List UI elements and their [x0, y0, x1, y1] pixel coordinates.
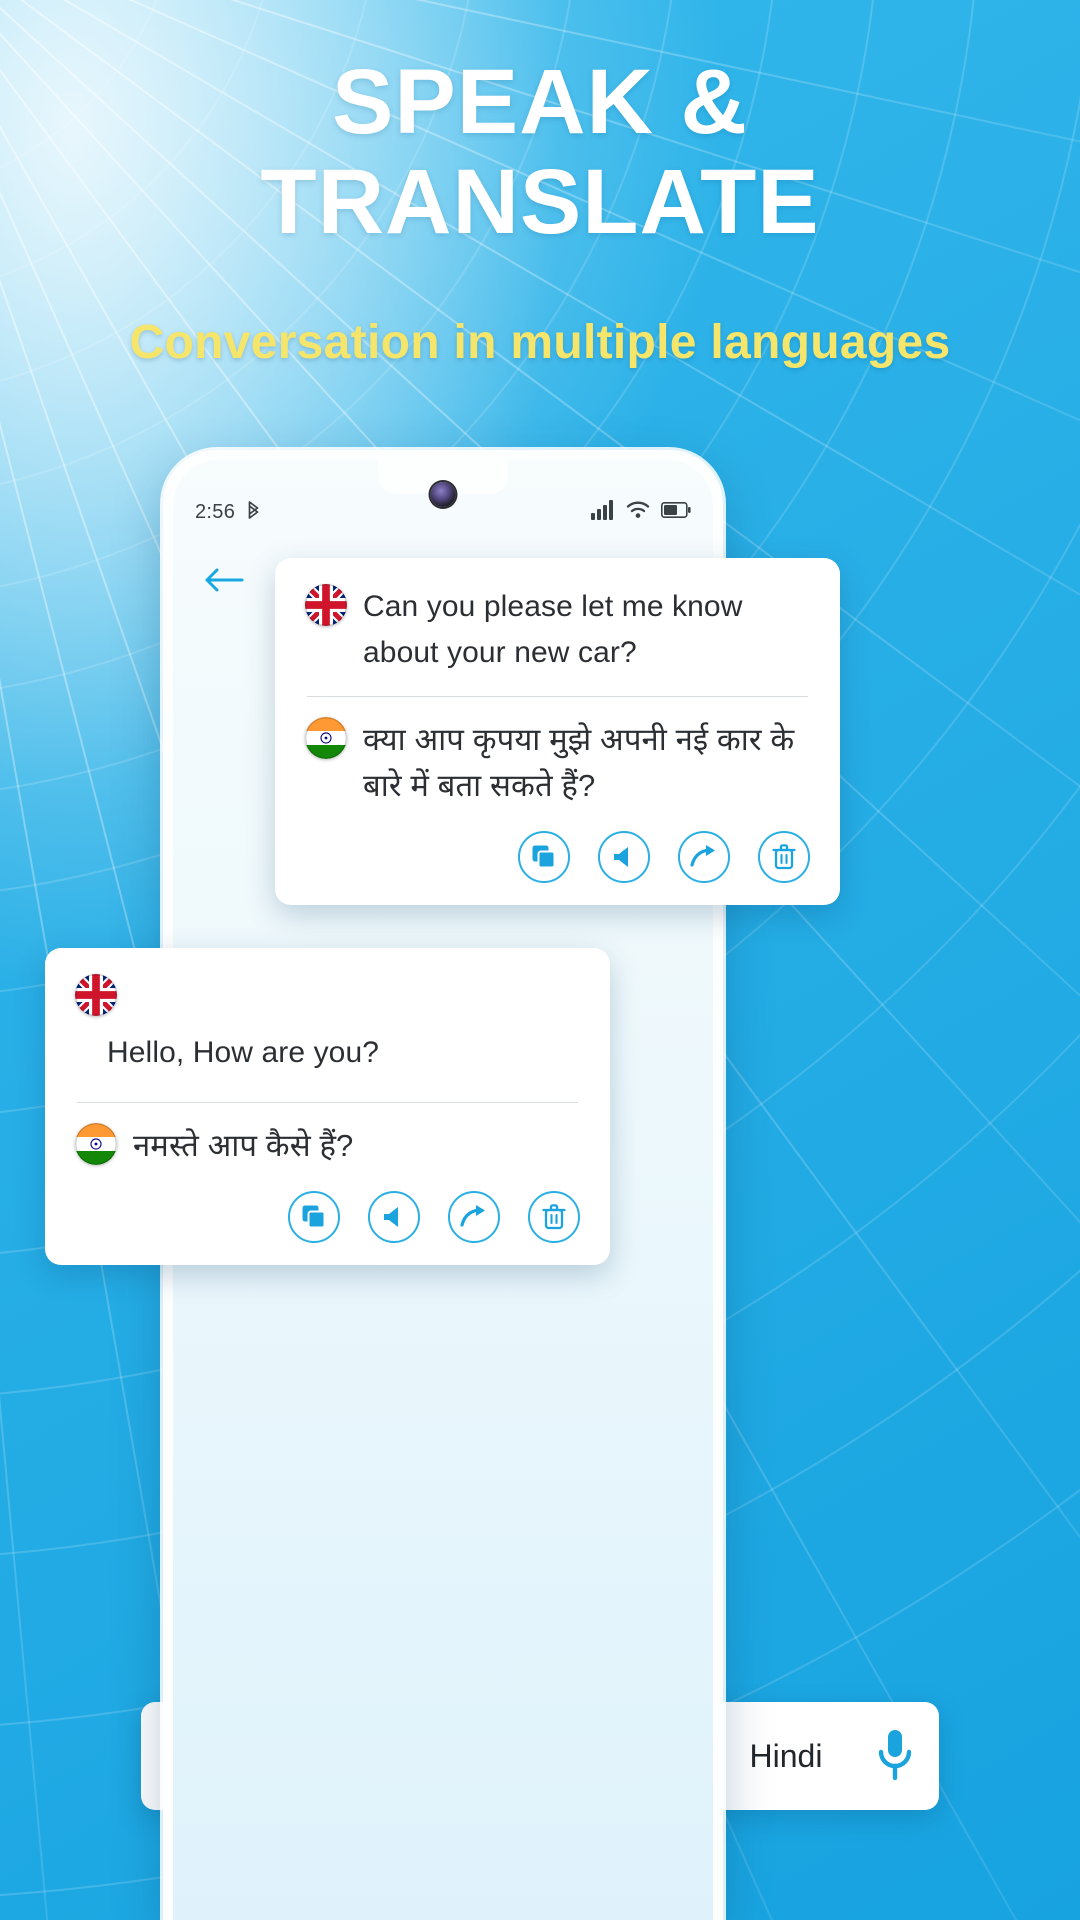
uk-flag-icon	[75, 974, 117, 1016]
source-message-text: Can you please let me know about your ne…	[363, 590, 743, 669]
target-language-label: Hindi	[749, 1737, 823, 1774]
cellular-signal-icon	[591, 499, 615, 525]
copy-icon[interactable]	[518, 831, 570, 883]
share-icon[interactable]	[678, 831, 730, 883]
india-flag-icon	[75, 1123, 117, 1165]
card-divider	[307, 696, 808, 697]
headline-line-2: TRANSLATE	[260, 151, 820, 253]
uk-flag-icon	[305, 584, 347, 626]
conversation-card: Can you please let me know about your ne…	[275, 558, 840, 905]
status-time: 2:56	[195, 500, 236, 523]
target-message-text: क्या आप कृपया मुझे अपनी नई कार के बारे म…	[363, 722, 795, 803]
speaker-icon[interactable]	[368, 1191, 420, 1243]
source-message-row: Hello, How are you?	[75, 974, 580, 1076]
back-arrow-icon[interactable]	[201, 557, 247, 603]
target-message-row: नमस्ते आप कैसे हैं?	[75, 1123, 580, 1169]
india-flag-icon	[305, 717, 347, 759]
battery-icon	[661, 501, 691, 523]
status-icons	[591, 499, 691, 525]
target-message-row: क्या आप कृपया मुझे अपनी नई कार के बारे म…	[305, 717, 810, 809]
delete-icon[interactable]	[758, 831, 810, 883]
source-message-text: Hello, How are you?	[107, 1036, 380, 1069]
source-message-row: Can you please let me know about your ne…	[305, 584, 810, 676]
delete-icon[interactable]	[528, 1191, 580, 1243]
card-divider	[77, 1102, 578, 1103]
card-actions	[75, 1191, 580, 1243]
copy-icon[interactable]	[288, 1191, 340, 1243]
headline-line-1: SPEAK &	[332, 51, 748, 153]
bluetooth-icon	[245, 501, 262, 523]
share-icon[interactable]	[448, 1191, 500, 1243]
card-actions	[305, 831, 810, 883]
target-message-text: नमस्ते आप कैसे हैं?	[133, 1128, 354, 1163]
promo-headline: SPEAK & TRANSLATE	[0, 52, 1080, 252]
speaker-icon[interactable]	[598, 831, 650, 883]
microphone-icon[interactable]	[875, 1726, 915, 1787]
promo-subtitle: Conversation in multiple languages	[129, 316, 951, 369]
wifi-icon	[626, 500, 650, 524]
conversation-card: Hello, How are you? नमस्ते आप कैसे हैं?	[45, 948, 610, 1265]
front-camera-icon	[430, 482, 456, 507]
